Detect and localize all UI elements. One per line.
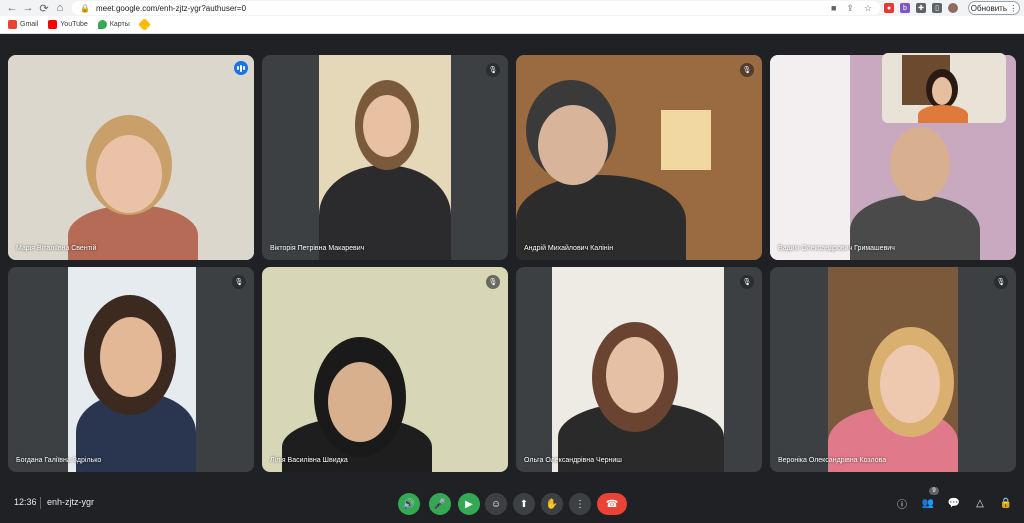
video-grid: Марія Віталіївна Свентій 🎙 Вікторія Петр… (0, 35, 1024, 485)
more-vert-icon: ⋮ (575, 498, 585, 510)
divider (40, 497, 41, 509)
mic-off-icon: 🎙 (740, 63, 754, 77)
microphone-button[interactable]: 🎤 (429, 493, 451, 515)
mic-off-icon: 🎙 (994, 275, 1008, 289)
participant-name: Ольга Олександрівна Черниш (524, 457, 622, 464)
meeting-controls-bar: 12:36 enh-zjtz-ygr 🔊 🎤 ▶ ☺ ⬆ ✋ ⋮ ☎ ⓘ 👥 💬… (0, 485, 1024, 523)
leave-call-button[interactable]: ☎ (597, 493, 627, 515)
forward-icon[interactable]: → (20, 0, 36, 16)
hand-icon: ✋ (545, 498, 559, 510)
update-label: Обновить (970, 3, 1007, 13)
participant-tile[interactable]: 🎙 Богдана Галіївна Здрілько (8, 267, 254, 472)
maps-pin-icon (97, 20, 107, 29)
participant-tile[interactable]: 🎙 Лілія Василівна Швидка (262, 267, 508, 472)
audio-level-icon (234, 61, 248, 75)
emoji-button[interactable]: ☺ (485, 493, 507, 515)
profile-avatar[interactable] (948, 3, 958, 13)
extension-red-icon[interactable]: ● (884, 3, 894, 13)
participant-tile[interactable]: 🎙 Вікторія Петрівна Макаревич (262, 55, 508, 260)
more-options-button[interactable]: ⋮ (569, 493, 591, 515)
bookmark-label: YouTube (60, 21, 88, 28)
extensions-puzzle-icon[interactable]: ✚ (916, 3, 926, 13)
home-icon[interactable]: ⌂ (52, 0, 68, 16)
mic-off-icon: 🎙 (232, 275, 246, 289)
speaker-icon: 🔊 (402, 498, 416, 510)
participant-name: Богдана Галіївна Здрілько (16, 457, 102, 464)
participant-tile[interactable]: Марія Віталіївна Свентій (8, 55, 254, 260)
update-button[interactable]: Обновить ⋮ (968, 1, 1020, 15)
participant-name: Вікторія Петрівна Макаревич (270, 245, 365, 252)
bookmarks-bar: Gmail YouTube Карты (0, 16, 1024, 34)
camera-icon: ▶ (465, 498, 473, 510)
activities-icon: △ (976, 497, 984, 509)
host-controls-button[interactable]: 🔒 (998, 495, 1014, 511)
participant-video (68, 267, 196, 472)
present-button[interactable]: ⬆ (513, 493, 535, 515)
mic-off-icon: 🎙 (486, 63, 500, 77)
gmail-icon (8, 20, 17, 29)
speaker-button[interactable]: 🔊 (398, 493, 420, 515)
lock-icon: 🔒 (80, 3, 90, 13)
pinwheel-icon (137, 18, 151, 31)
participant-tile[interactable]: 🎙 Вероніка Олександрівна Козлова (770, 267, 1016, 472)
mic-off-icon: 🎙 (486, 275, 500, 289)
chat-button[interactable]: 💬 (946, 495, 962, 511)
participant-tile[interactable]: 🎙 Ольга Олександрівна Черниш (516, 267, 762, 472)
info-icon: ⓘ (897, 499, 907, 511)
bookmark-youtube[interactable]: YouTube (48, 20, 88, 29)
camera-in-use-icon[interactable]: ■ (831, 3, 836, 13)
chat-icon: 💬 (947, 497, 961, 509)
participant-name: Вадим Олександрович Гримашевич (778, 245, 895, 252)
youtube-icon (48, 20, 58, 29)
microphone-icon: 🎤 (433, 498, 447, 510)
participant-name: Вероніка Олександрівна Козлова (778, 457, 887, 464)
participant-video (828, 267, 958, 472)
present-screen-icon: ⬆ (519, 498, 529, 510)
bookmark-label: Gmail (20, 21, 39, 28)
address-url: meet.google.com/enh-zjtz-ygr?authuser=0 (95, 3, 247, 13)
bookmark-label: Карты (109, 21, 130, 28)
activities-button[interactable]: △ (972, 495, 988, 511)
meeting-code: enh-zjtz-ygr (47, 497, 95, 507)
hang-up-icon: ☎ (605, 498, 619, 510)
participant-name: Лілія Василівна Швидка (270, 457, 348, 464)
emoji-icon: ☺ (490, 498, 502, 510)
address-bar[interactable]: 🔒 meet.google.com/enh-zjtz-ygr?authuser=… (72, 1, 880, 15)
participant-video (8, 55, 254, 260)
bookmark-gmail[interactable]: Gmail (8, 20, 38, 29)
meeting-details-button[interactable]: ⓘ (894, 495, 910, 511)
people-icon: 👥 (921, 497, 935, 509)
bookmark-maps[interactable]: Карты (97, 20, 130, 29)
camera-button[interactable]: ▶ (458, 493, 480, 515)
people-count-badge: 9 (929, 487, 939, 495)
participant-video (552, 267, 724, 472)
reload-icon[interactable]: ⟳ (36, 0, 52, 16)
lock-person-icon: 🔒 (999, 497, 1013, 509)
participant-tile[interactable]: 🎙 Андрій Михайлович Калінін (516, 55, 762, 260)
bookmark-extra[interactable] (137, 18, 151, 31)
extension-purple-icon[interactable]: b (900, 3, 910, 13)
participant-video (319, 55, 451, 260)
mic-off-icon: 🎙 (740, 275, 754, 289)
share-icon[interactable]: ⇪ (846, 3, 854, 14)
side-panel-icon[interactable]: ▯ (932, 3, 942, 13)
participant-name: Андрій Михайлович Калінін (524, 245, 614, 252)
back-icon[interactable]: ← (4, 0, 20, 16)
participant-video (262, 267, 508, 472)
browser-toolbar: ← → ⟳ ⌂ 🔒 meet.google.com/enh-zjtz-ygr?a… (0, 0, 1024, 16)
people-button[interactable]: 👥 (920, 495, 936, 511)
raise-hand-button[interactable]: ✋ (541, 493, 563, 515)
participant-video (516, 55, 762, 260)
self-view[interactable] (882, 53, 1006, 123)
bookmark-star-icon[interactable]: ☆ (864, 3, 872, 14)
meeting-time: 12:36 (14, 497, 37, 507)
participant-name: Марія Віталіївна Свентій (16, 245, 97, 252)
